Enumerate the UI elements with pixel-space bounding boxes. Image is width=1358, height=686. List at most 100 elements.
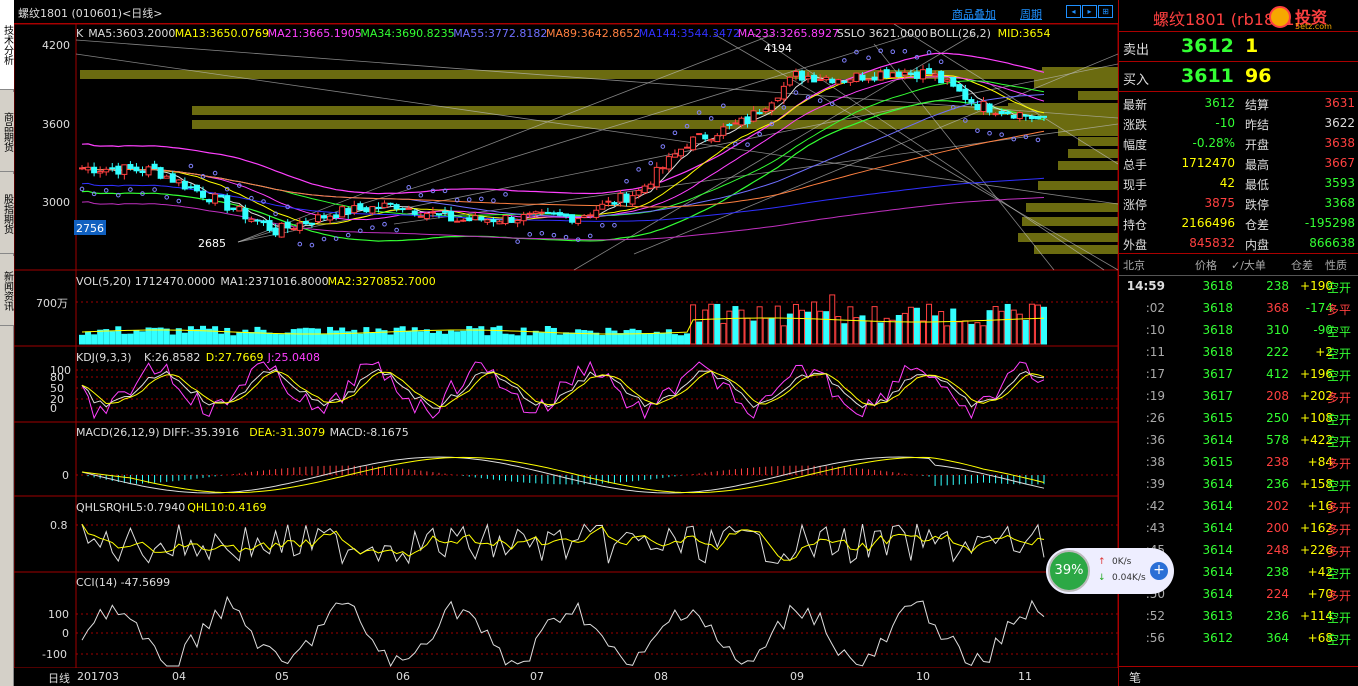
qhlsr-tick: 0.8	[50, 519, 68, 532]
tick-row[interactable]: :39 3614 236 +158 空开	[1119, 474, 1358, 496]
volume-bar	[671, 334, 678, 345]
candle-body	[986, 103, 993, 113]
volume-bar	[901, 312, 908, 345]
bid-qty: 96	[1245, 65, 1272, 87]
volume-bar	[278, 334, 285, 345]
volume-bar	[907, 306, 914, 345]
tick-row[interactable]: :42 3614 202 +16 多开	[1119, 496, 1358, 518]
next-button[interactable]: ▸	[1082, 5, 1097, 18]
tick-cell: 多开	[1327, 523, 1352, 537]
candle-body	[720, 126, 727, 136]
tick-row[interactable]: :10 3618 310 -90 空平	[1119, 320, 1358, 342]
candle-body	[230, 207, 237, 211]
tick-cell: 238	[1266, 565, 1289, 579]
date-tick: 04	[172, 670, 186, 683]
tick-row[interactable]: :56 3612 364 +68 空开	[1119, 628, 1358, 650]
tick-row[interactable]: :11 3618 222 +2 空开	[1119, 342, 1358, 364]
volume-bar	[230, 335, 237, 345]
network-speed-widget[interactable]: 39% ↑ 0K/s ↓ 0.04K/s +	[1046, 548, 1174, 594]
period-link[interactable]: 周期	[1020, 6, 1042, 22]
stat-row: 涨停 3875 跌停 3368	[1119, 194, 1358, 214]
volume-bar	[139, 331, 146, 345]
tab-index-futures[interactable]: 股指期货	[0, 174, 14, 254]
volume-bar	[835, 316, 842, 345]
tab-news[interactable]: 新闻资讯	[0, 256, 14, 326]
tick-cell: 空开	[1327, 479, 1352, 493]
volume-bar	[665, 329, 672, 345]
volume-bar	[956, 321, 963, 345]
tab-ticks[interactable]: 笔	[1129, 669, 1141, 686]
candle-body	[375, 206, 382, 209]
candle-body	[1041, 115, 1047, 118]
tick-row[interactable]: :43 3614 200 +162 多开	[1119, 518, 1358, 540]
tick-cell: 364	[1266, 631, 1289, 645]
tick-col-time: 北京	[1123, 259, 1145, 272]
kline-chart-area[interactable]: K MA5:3603.2000 MA13:3650.0769MA21:3665.19…	[14, 24, 1118, 668]
maximize-button[interactable]: ⊞	[1098, 5, 1113, 18]
tick-row[interactable]: :38 3615 238 +84 多开	[1119, 452, 1358, 474]
sar-dot	[1035, 137, 1041, 143]
volume-bar	[865, 320, 872, 345]
candle-body	[702, 134, 709, 140]
candle-body	[369, 206, 376, 214]
tick-cell: 多开	[1327, 457, 1352, 471]
left-tab-strip: 技术分析 商品期货 股指期货 新闻资讯	[0, 0, 14, 686]
low-label: 2685	[198, 237, 226, 250]
candle-body	[659, 167, 666, 170]
volume-bar	[502, 333, 509, 345]
volume-bar	[266, 332, 273, 345]
candle-body	[1004, 111, 1011, 114]
tick-row[interactable]: :19 3617 208 +202 多开	[1119, 386, 1358, 408]
ma-legend-item: MA89:3642.8652	[546, 27, 640, 40]
candle-body	[526, 212, 533, 215]
kdj-legend-item: J:25.0408	[267, 351, 320, 364]
prev-button[interactable]: ◂	[1066, 5, 1081, 18]
ticks-list[interactable]: 14:59 3618 238 +190 空开:02 3618 368 -174 多平:10 361…	[1119, 276, 1358, 656]
overlay-link[interactable]: 商品叠加	[952, 6, 996, 22]
stat-cell: 跌停	[1245, 198, 1270, 212]
candle-body	[780, 85, 787, 100]
tick-cell: :17	[1145, 367, 1165, 381]
candle-body	[97, 170, 104, 174]
ma-legend-item: MA34:3690.8235	[360, 27, 454, 40]
stat-cell: 仓差	[1245, 218, 1270, 232]
volume-bar	[811, 301, 818, 345]
volume-bar	[563, 332, 570, 345]
tick-cell: 578	[1266, 433, 1289, 447]
tick-cell: :26	[1145, 411, 1165, 425]
candle-body	[883, 69, 890, 78]
candle-body	[653, 166, 660, 188]
candle-body	[581, 215, 588, 218]
volume-bar	[200, 325, 207, 345]
candle-body	[91, 166, 98, 174]
ma-legend-item: MA13:3650.0769	[175, 27, 269, 40]
volume-bar	[768, 318, 775, 345]
price-tick: 3000	[42, 196, 70, 209]
sar-dot	[600, 223, 605, 228]
sar-dot	[672, 130, 678, 136]
plus-icon[interactable]: +	[1150, 562, 1168, 580]
tick-cell: 3618	[1202, 323, 1233, 337]
candle-body	[484, 219, 491, 223]
quote-header: 螺纹1801 (rb1801) 投资 5etz.com	[1119, 0, 1358, 32]
stat-cell: -0.28%	[1192, 136, 1235, 150]
tick-row[interactable]: :52 3613 236 +114 空开	[1119, 606, 1358, 628]
candle-body	[732, 122, 739, 125]
candle-body	[79, 167, 85, 170]
volume-bar	[817, 310, 824, 345]
tab-technical-analysis[interactable]: 技术分析	[0, 0, 14, 90]
tick-cell: 空开	[1327, 611, 1352, 625]
tick-row[interactable]: :17 3617 412 +196 空开	[1119, 364, 1358, 386]
date-tick: 10	[916, 670, 930, 683]
tick-row[interactable]: :02 3618 368 -174 多平	[1119, 298, 1358, 320]
candle-body	[435, 213, 442, 216]
volume-bar	[224, 327, 231, 345]
volume-bar	[296, 328, 303, 345]
tab-commodity-futures[interactable]: 商品期货	[0, 92, 14, 172]
tick-row[interactable]: :36 3614 578 +422 空开	[1119, 430, 1358, 452]
tick-row[interactable]: :26 3615 250 +108 空开	[1119, 408, 1358, 430]
candle-body	[357, 203, 364, 211]
tick-row[interactable]: 14:59 3618 238 +190 空开	[1119, 276, 1358, 298]
macd-legend-item: DIFF:-35.3916	[163, 426, 240, 439]
volume-bar	[514, 335, 521, 345]
